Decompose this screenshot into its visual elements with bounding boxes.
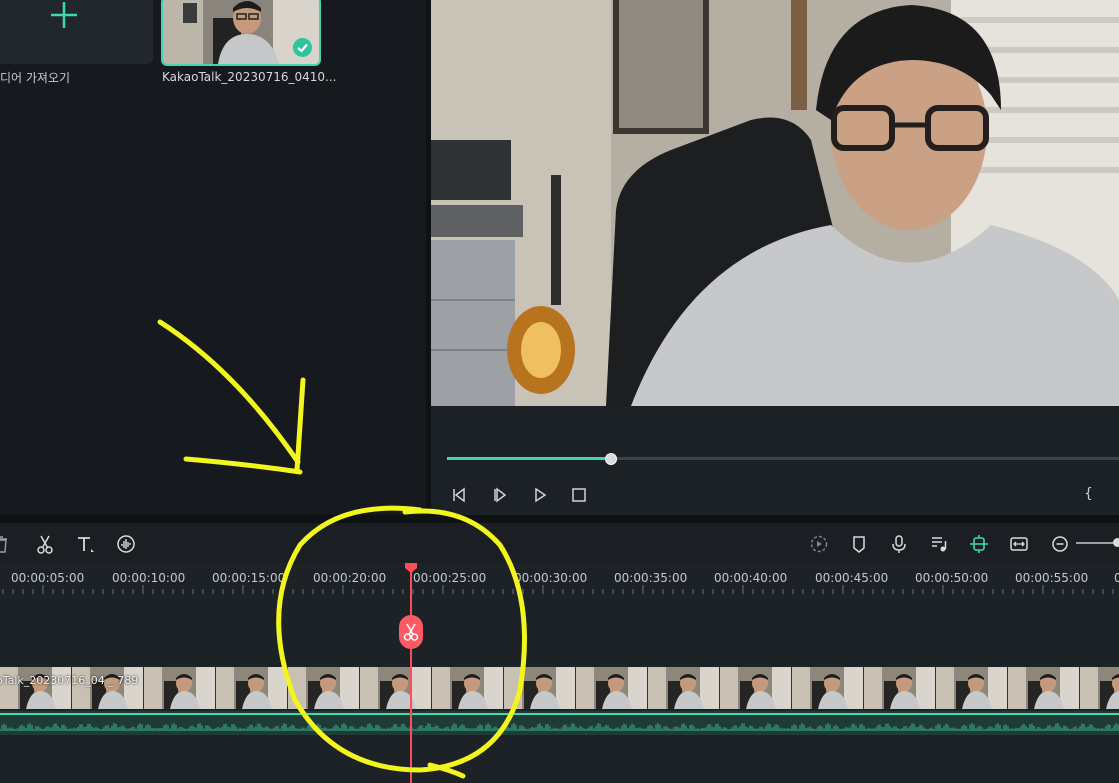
annotation-overlay xyxy=(157,319,527,779)
arrow-annotation xyxy=(157,319,306,475)
circle-annotation xyxy=(276,505,527,779)
